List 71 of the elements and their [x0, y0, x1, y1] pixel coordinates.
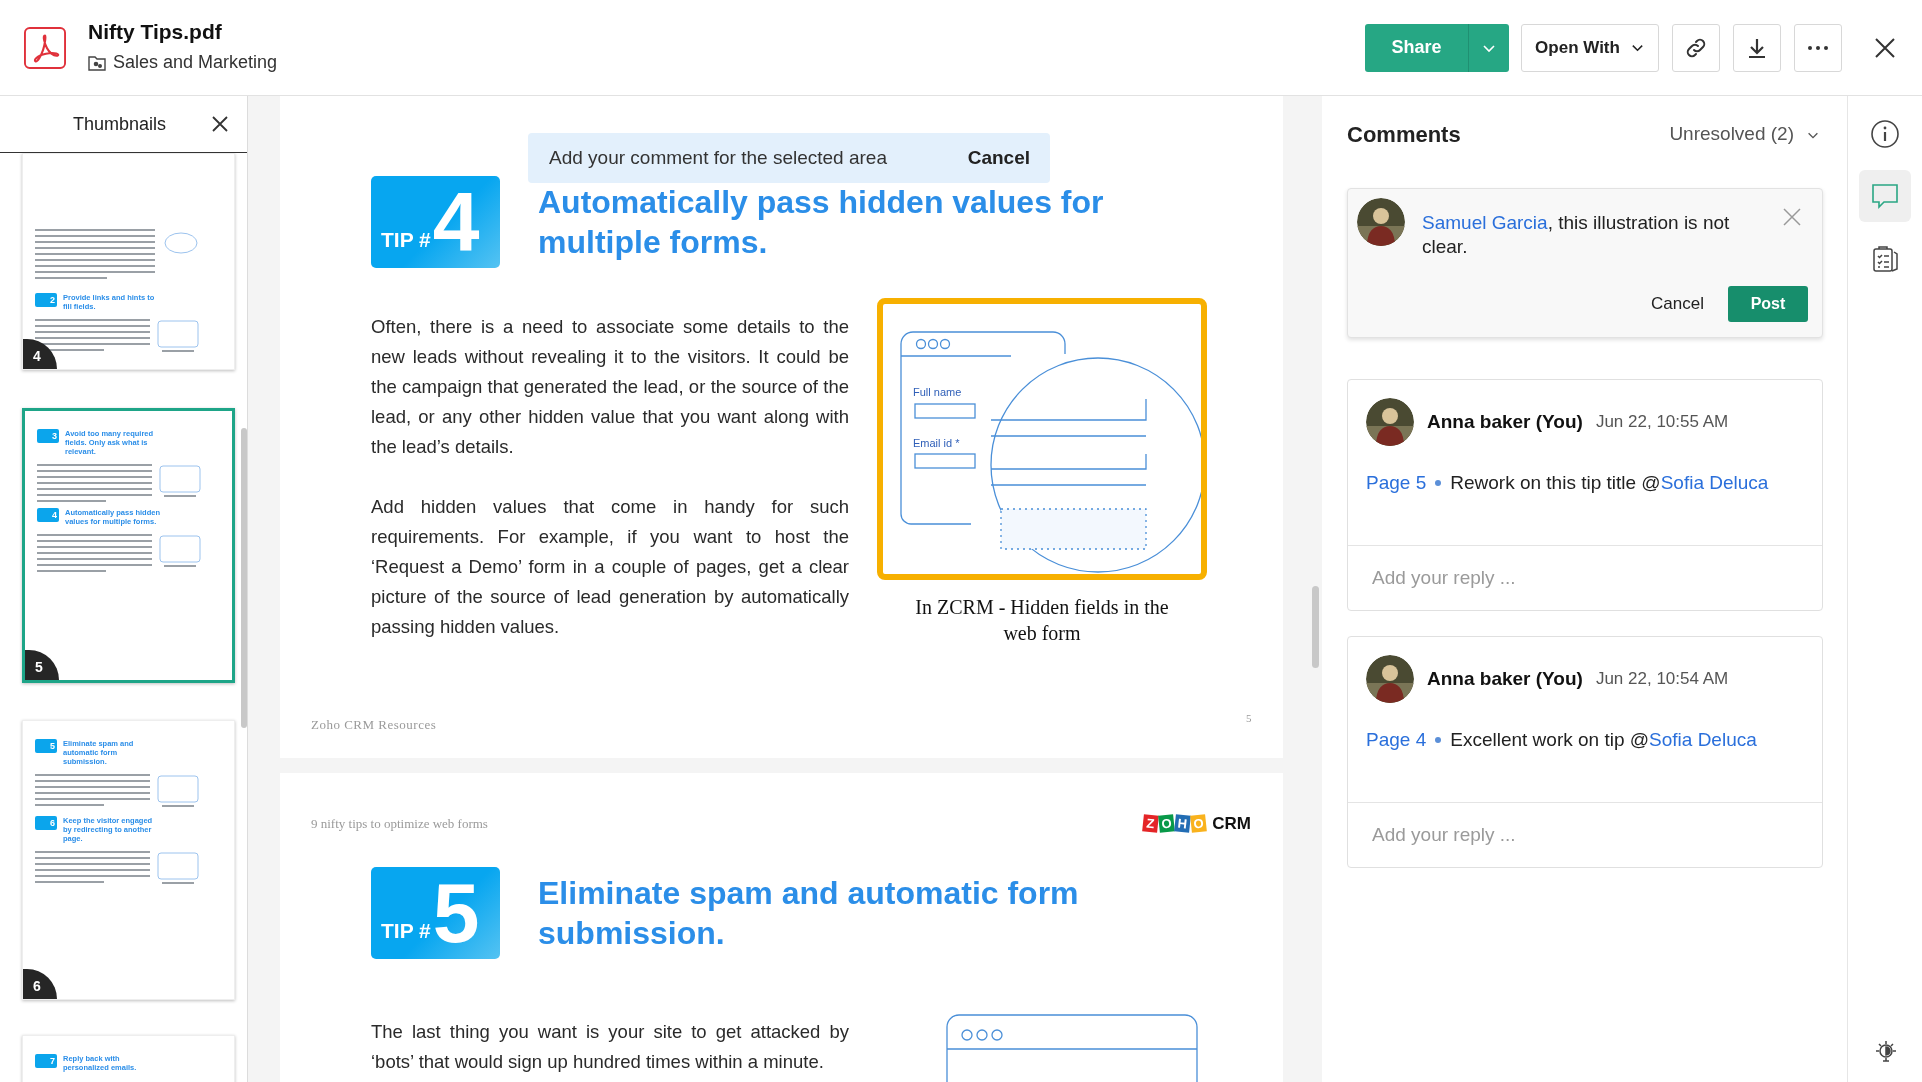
prompt-text: Add your comment for the selected area: [549, 145, 887, 170]
field-label: Full name: [913, 385, 962, 400]
logo-text: CRM: [1212, 813, 1251, 835]
reply-field[interactable]: Add your reply ...: [1372, 820, 1812, 850]
cancel-button[interactable]: Cancel: [1651, 291, 1704, 317]
running-head: 9 nifty tips to optimize web forms: [311, 815, 488, 833]
team-folder-icon: [88, 54, 106, 71]
tip-badge: 2: [35, 293, 57, 307]
link-button[interactable]: [1672, 23, 1720, 72]
tip-badge: 5: [35, 739, 57, 753]
page-number-badge: 4: [23, 339, 57, 369]
logo-letter: O: [1190, 814, 1208, 833]
comment-draft-text[interactable]: Samuel Garcia, this illustration is not clear.: [1422, 211, 1742, 259]
close-icon: [1873, 35, 1897, 60]
tip-badge: 7: [35, 1054, 57, 1068]
bullet-icon: [1435, 737, 1442, 743]
comment-text: Excellent work on tip @Sofia Deluca: [1450, 727, 1757, 752]
cancel-button[interactable]: Cancel: [967, 143, 1030, 173]
tip-badge: 4: [37, 508, 59, 522]
page-number: 5: [1246, 711, 1252, 726]
panel-title: Comments: [1347, 121, 1461, 149]
page-number-badge: 5: [25, 650, 59, 680]
paragraph: Often, there is a need to associate some details to the new leads without revealing it to the visitors. It could be the campaign that generated the lead, or the source of the lead, or any other hidden value that you want along with the lead’s details.: [371, 315, 849, 459]
page-link[interactable]: Page 4: [1366, 725, 1427, 755]
paragraph: Add hidden values that come in handy for such requirements. For example, if you want to host the ‘Request a Demo’ form in a couple of pages, get a clear picture of the source of lead generation by automatically passing hidden values.: [371, 495, 849, 639]
page-number-badge: 6: [23, 969, 57, 999]
comment-icon: [1870, 181, 1900, 211]
checklist-icon: [1870, 243, 1900, 273]
tip-badge: 3: [37, 429, 59, 443]
avatar: [1357, 198, 1405, 246]
open-with-button[interactable]: Open With: [1521, 23, 1659, 72]
field-label: Email id *: [913, 436, 960, 451]
mention-link[interactable]: Sofia Deluca: [1660, 471, 1769, 493]
tip-badge: TIP #5: [371, 866, 500, 959]
logo-letter: H: [1174, 814, 1192, 833]
close-button[interactable]: [210, 114, 230, 134]
author-name: Anna baker (You): [1427, 666, 1583, 691]
logo-letter: Z: [1142, 814, 1160, 833]
comment-time: Jun 22, 10:55 AM: [1595, 411, 1729, 434]
download-button[interactable]: [1733, 23, 1781, 72]
pdf-file-icon: [24, 26, 66, 69]
paragraph: The last thing you want is your site to get attacked by ‘bots’ that would sign up hundred times within a minute.: [371, 1019, 849, 1074]
page-link[interactable]: Page 5: [1366, 468, 1427, 498]
comment-text: Rework on this tip title @Sofia Deluca: [1450, 470, 1769, 495]
post-button[interactable]: Post: [1728, 286, 1808, 322]
page-footer: Zoho CRM Resources: [311, 715, 437, 735]
logo-letter: O: [1158, 814, 1176, 833]
scrollbar-thumb[interactable]: [1312, 586, 1319, 668]
tip-heading: Eliminate spam and automatic form submission.: [538, 873, 1080, 953]
folder-name[interactable]: Sales and Marketing: [113, 49, 278, 76]
reply-field[interactable]: Add your reply ...: [1372, 563, 1812, 593]
filter-dropdown[interactable]: Unresolved (2): [1669, 120, 1820, 149]
close-icon: [210, 114, 230, 134]
author-name: Anna baker (You): [1427, 409, 1583, 434]
avatar: [1366, 655, 1414, 703]
mention-link[interactable]: Sofia Deluca: [1649, 728, 1757, 750]
tip-heading: Automatically pass hidden values for multiple forms.: [538, 183, 1105, 262]
info-icon: [1870, 119, 1900, 149]
tip-badge: 6: [35, 816, 57, 830]
more-icon: [1808, 45, 1828, 50]
bullet-icon: [1435, 480, 1442, 486]
file-name: Nifty Tips.pdf: [88, 19, 223, 45]
share-menu-button[interactable]: [1468, 23, 1509, 72]
avatar: [1366, 398, 1414, 446]
scrollbar-thumb[interactable]: [241, 428, 247, 728]
tip-badge: TIP #4: [371, 176, 500, 268]
figure-caption: In ZCRM - Hidden fields in the web form: [914, 595, 1170, 646]
close-icon: [1782, 207, 1802, 227]
comment-time: Jun 22, 10:54 AM: [1595, 668, 1729, 691]
panel-title: Thumbnails: [73, 112, 167, 136]
mention-link[interactable]: Samuel Garcia: [1422, 212, 1548, 233]
